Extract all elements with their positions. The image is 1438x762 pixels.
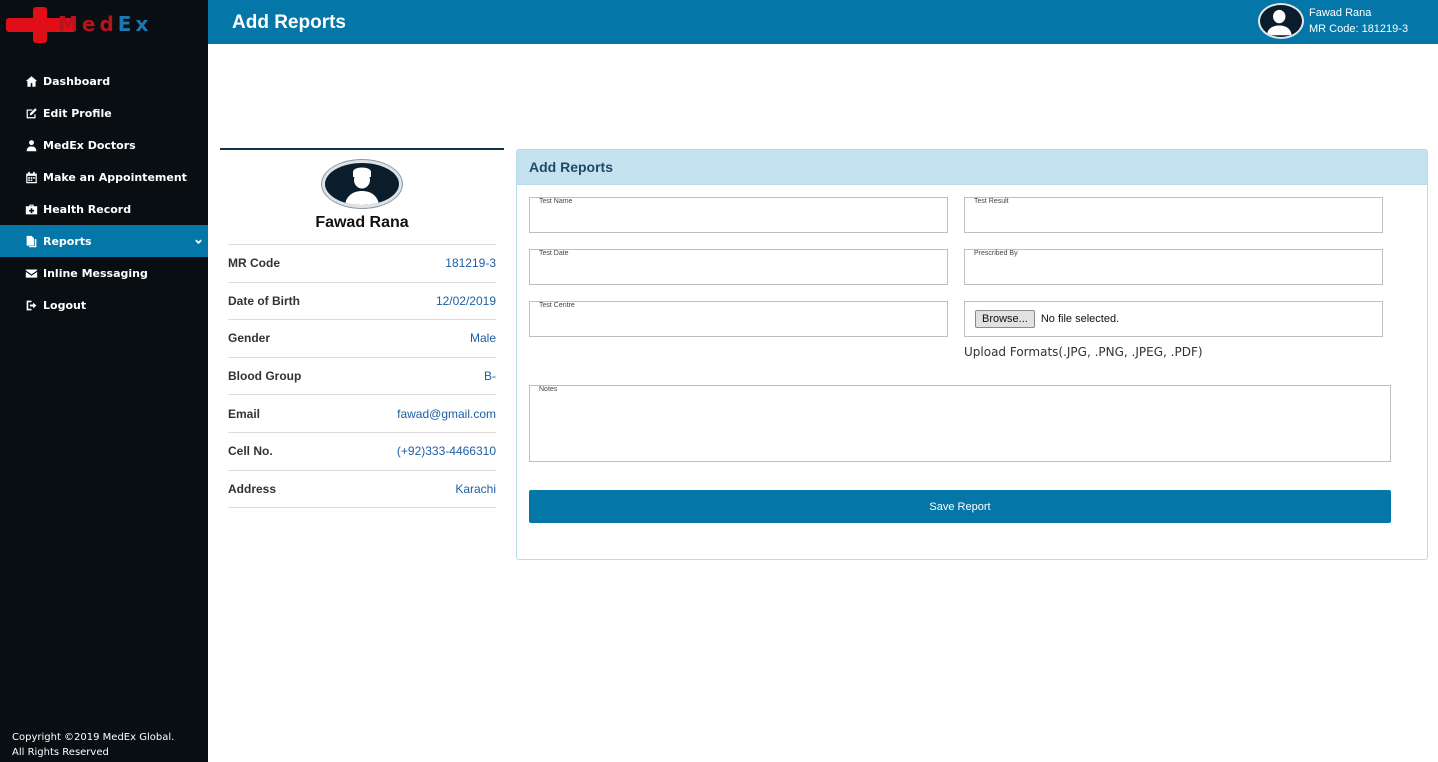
user-silhouette-icon: [1266, 9, 1292, 36]
profile-row-value: 12/02/2019: [435, 293, 496, 308]
doctor-icon: [24, 138, 38, 152]
medkit-icon: [24, 202, 38, 216]
sidebar-item-dashboard[interactable]: Dashboard: [0, 65, 208, 97]
profile-row-value: fawad@gmail.com: [397, 406, 496, 421]
profile-details: MR Code 181219-3 Date of Birth 12/02/201…: [228, 244, 496, 509]
field-label: Test Date: [539, 250, 569, 257]
profile-row-email: Email fawad@gmail.com: [228, 395, 496, 433]
test-date-field[interactable]: Test Date: [529, 249, 948, 285]
field-label: Test Name: [539, 198, 573, 205]
profile-row-label: Address: [228, 481, 277, 496]
file-upload-field: Browse... No file selected.: [964, 301, 1383, 337]
prescribed-by-field[interactable]: Prescribed By: [964, 249, 1383, 285]
field-label: Test Result: [974, 198, 1009, 205]
sidebar-item-label: Logout: [43, 298, 87, 312]
logo-text-ed: ed: [81, 12, 118, 36]
sidebar-item-label: Edit Profile: [43, 106, 112, 120]
logo-text-m: M: [58, 12, 82, 36]
profile-row-label: Email: [228, 406, 261, 421]
browse-button[interactable]: Browse...: [975, 310, 1035, 328]
field-label: Notes: [539, 386, 558, 393]
prescribed-by-input[interactable]: [973, 262, 1374, 282]
medex-logo[interactable]: MedEx: [6, 5, 186, 45]
profile-row-cell: Cell No. (+92)333-4466310: [228, 433, 496, 471]
logo-text: MedEx: [58, 12, 152, 36]
add-reports-panel: Add Reports Test Name Test Result Test D…: [516, 149, 1428, 560]
sidebar-nav: Dashboard Edit Profile MedEx Doctors Mak…: [0, 65, 208, 321]
profile-row-value: B-: [484, 369, 496, 384]
test-result-input[interactable]: [973, 210, 1374, 230]
logo-cross-vertical: [33, 7, 47, 43]
sidebar-item-logout[interactable]: Logout: [0, 289, 208, 321]
profile-row-value: Karachi: [455, 481, 496, 496]
upload-formats-note: Upload Formats(.JPG, .PNG, .JPEG, .PDF): [964, 345, 1203, 359]
sidebar-item-label: Dashboard: [43, 74, 111, 88]
sidebar-item-label: MedEx Doctors: [43, 138, 136, 152]
save-report-button[interactable]: Save Report: [529, 490, 1391, 523]
profile-row-dob: Date of Birth 12/02/2019: [228, 283, 496, 321]
sidebar-item-label: Reports: [43, 234, 92, 248]
sidebar-item-label: Health Record: [43, 202, 132, 216]
file-status: No file selected.: [1040, 313, 1120, 325]
envelope-icon: [24, 266, 38, 280]
chevron-down-icon: [194, 236, 203, 245]
home-icon: [24, 74, 38, 88]
sidebar-item-label: Make an Appointement: [43, 170, 187, 184]
profile-row-address: Address Karachi: [228, 471, 496, 509]
copyright: Copyright ©2019 MedEx Global. All Rights…: [12, 730, 174, 760]
sidebar-item-make-appointment[interactable]: Make an Appointement: [0, 161, 208, 193]
rights-line: All Rights Reserved: [12, 747, 109, 758]
calendar-icon: [24, 170, 38, 184]
test-name-input[interactable]: [538, 210, 939, 230]
sidebar-item-edit-profile[interactable]: Edit Profile: [0, 97, 208, 129]
test-result-field[interactable]: Test Result: [964, 197, 1383, 233]
profile-name: Fawad Rana: [315, 214, 409, 231]
panel-title: Add Reports: [517, 150, 1427, 185]
test-name-field[interactable]: Test Name: [529, 197, 948, 233]
copyright-line: Copyright ©2019 MedEx Global.: [12, 732, 175, 743]
field-label: Prescribed By: [974, 250, 1018, 257]
profile-row-blood-group: Blood Group B-: [228, 358, 496, 396]
user-info: Fawad Rana MR Code: 181219-3: [1309, 5, 1408, 37]
user-name: Fawad Rana: [1309, 7, 1372, 19]
profile-row-label: Date of Birth: [228, 293, 300, 308]
profile-row-gender: Gender Male: [228, 320, 496, 358]
notes-textarea[interactable]: [538, 398, 1382, 458]
field-label: Test Centre: [539, 302, 575, 309]
profile-row-label: Blood Group: [228, 369, 302, 384]
profile-avatar: [322, 160, 402, 208]
profile-row-value: Male: [469, 331, 496, 346]
logo-text-ex: Ex: [117, 12, 153, 36]
test-date-input[interactable]: [538, 262, 939, 282]
sidebar-item-medex-doctors[interactable]: MedEx Doctors: [0, 129, 208, 161]
page-title: Add Reports: [232, 12, 346, 33]
sidebar: MedEx Dashboard Edit Profile MedEx Docto…: [0, 0, 208, 762]
sidebar-item-health-record[interactable]: Health Record: [0, 193, 208, 225]
test-centre-input[interactable]: [538, 314, 939, 334]
logout-icon: [24, 298, 38, 312]
profile-row-value: 181219-3: [445, 256, 496, 271]
profile-row-mr-code: MR Code 181219-3: [228, 245, 496, 283]
user-mr-code: MR Code: 181219-3: [1309, 23, 1409, 35]
sidebar-item-reports[interactable]: Reports: [0, 225, 208, 257]
avatar[interactable]: [1258, 3, 1304, 39]
notes-field[interactable]: Notes: [529, 385, 1391, 462]
files-icon: [24, 234, 38, 248]
profile-row-label: MR Code: [228, 256, 280, 271]
profile-row-label: Cell No.: [228, 444, 273, 459]
sidebar-item-inline-messaging[interactable]: Inline Messaging: [0, 257, 208, 289]
edit-icon: [24, 106, 38, 120]
test-centre-field[interactable]: Test Centre: [529, 301, 948, 337]
profile-row-label: Gender: [228, 331, 271, 346]
top-bar: Add Reports Fawad Rana MR Code: 181219-3: [208, 0, 1438, 44]
sidebar-item-label: Inline Messaging: [43, 266, 148, 280]
user-silhouette-icon: [345, 167, 379, 205]
profile-card: Fawad Rana MR Code 181219-3 Date of Birt…: [220, 148, 504, 509]
profile-row-value: (+92)333-4466310: [396, 444, 496, 459]
